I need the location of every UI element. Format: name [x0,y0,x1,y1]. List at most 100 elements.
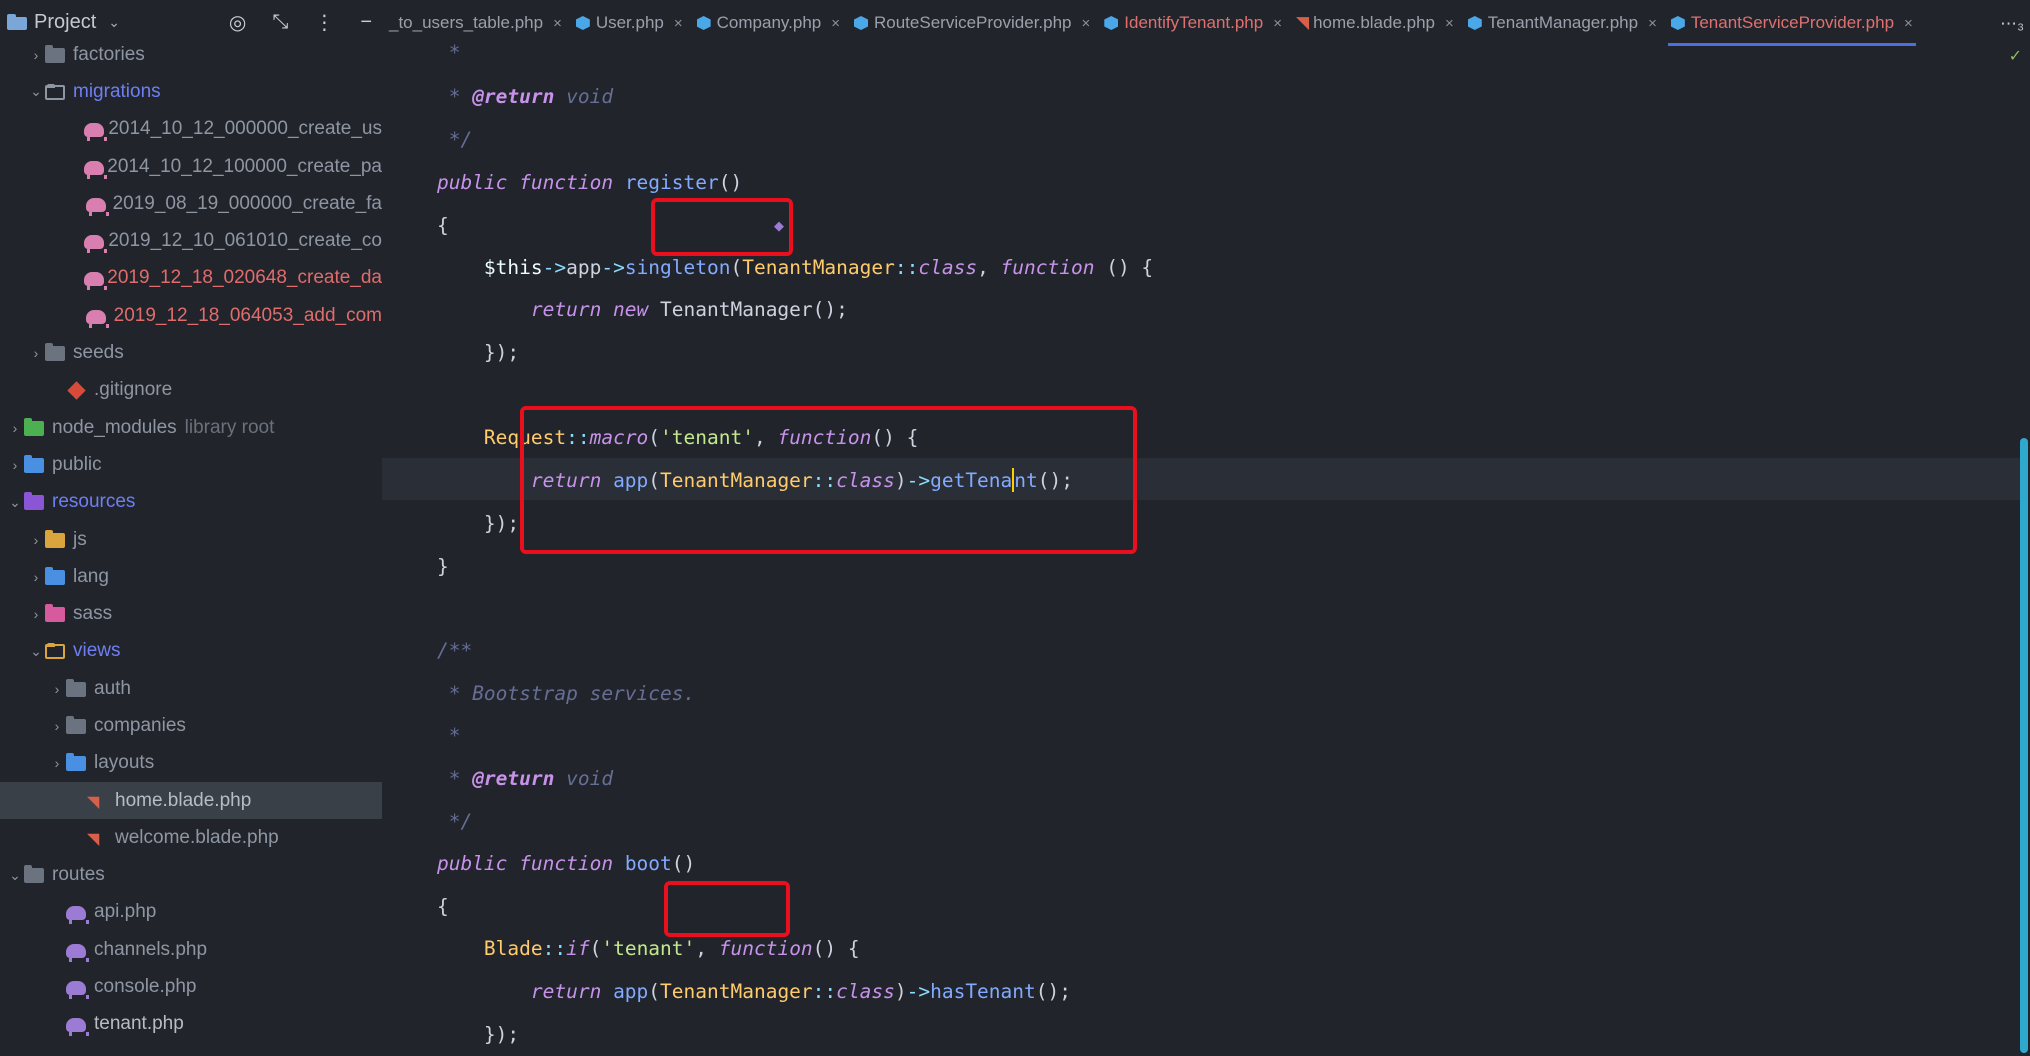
tab-label: User.php [595,13,664,32]
code-token: TenantManager [660,979,813,1003]
code-token: TenantManager(); [660,297,848,321]
tree-item-label: welcome.blade.php [115,826,279,848]
code-token: { [390,894,449,918]
chevron-right-icon[interactable]: › [27,532,45,548]
tree-item-label: companies [94,714,186,736]
close-icon[interactable]: × [553,15,562,32]
tree-item-2014-10-12-000000-create-us[interactable]: 2014_10_12_000000_create_us [0,111,382,148]
tab-tenantserviceprovider-php[interactable]: TenantServiceProvider.php × [1664,0,1920,46]
tree-item-js[interactable]: › js [0,521,382,558]
code-line: * [390,714,461,756]
tree-item-label: routes [52,864,105,886]
chevron-right-icon[interactable]: › [48,755,66,771]
tab-tenantmanager-php[interactable]: TenantManager.php × [1461,0,1664,46]
collapse-icon[interactable]: ⤡ [272,11,288,34]
editor-tab-bar: _to_users_table.php × User.php × Company.php… [382,0,2030,46]
tree-item-label: layouts [94,752,155,774]
code-token: * [390,40,461,64]
highlight-box-register [651,198,793,256]
code-token: return new [390,297,661,321]
chevron-right-icon[interactable]: › [48,718,66,734]
code-token: * [390,723,461,747]
tree-item-public[interactable]: › public [0,446,382,483]
folder-plain-icon [24,865,46,884]
tree-item-welcome-blade-php[interactable]: ◥ welcome.blade.php [0,819,382,856]
tree-item--gitignore[interactable]: .gitignore [0,372,382,409]
code-token: ( [730,255,743,279]
tree-item-channels-php[interactable]: channels.php [0,931,382,968]
tree-item-api-php[interactable]: api.php [0,894,382,931]
code-token: 'tenant' [601,936,696,960]
tree-item-seeds[interactable]: › seeds [0,334,382,371]
tab-identifytenant-php[interactable]: IdentifyTenant.php × [1097,0,1289,46]
tree-item-resources[interactable]: ⌄ resources [0,484,382,521]
code-token: boot [624,851,672,875]
tree-item-lang[interactable]: › lang [0,558,382,595]
options-icon[interactable]: ⋮ [314,10,334,35]
chevron-down-icon[interactable]: ⌄ [6,867,24,884]
close-icon[interactable]: × [1648,15,1657,32]
tree-item-2019-12-18-020648-create-da[interactable]: 2019_12_18_020648_create_da [0,260,382,297]
project-dropdown[interactable]: Project ⌄ [6,11,120,34]
chevron-down-icon[interactable]: ⌄ [27,643,45,660]
chevron-right-icon[interactable]: › [6,457,24,473]
close-icon[interactable]: × [674,15,683,32]
chevron-down-icon[interactable]: ⌄ [27,83,45,100]
chevron-right-icon[interactable]: › [6,420,24,436]
tree-item-2019-12-18-064053-add-com[interactable]: 2019_12_18_064053_add_com [0,297,382,334]
chevron-down-icon[interactable]: ⌄ [6,494,24,511]
tree-item-2019-12-10-061010-create-co[interactable]: 2019_12_10_061010_create_co [0,222,382,259]
tree-item-migrations[interactable]: ⌄ migrations [0,73,382,110]
chevron-right-icon[interactable]: › [27,47,45,63]
close-icon[interactable]: × [1445,15,1454,32]
locate-icon[interactable]: ◎ [229,10,246,35]
close-icon[interactable]: × [1082,15,1091,32]
tree-item-factories[interactable]: › factories [0,36,382,73]
tree-item-label: lang [73,565,109,587]
folder-plain-icon [45,44,67,64]
tree-item-node-modules[interactable]: › node_modules library root [0,409,382,446]
close-icon[interactable]: × [1904,15,1913,32]
chevron-right-icon[interactable]: › [48,681,66,697]
more-tabs-icon[interactable]: ⋯₃ [2000,14,2024,34]
tree-item-home-blade-php[interactable]: ◥ home.blade.php [0,781,382,820]
close-icon[interactable]: × [831,15,840,32]
elephant-pink-icon [84,120,107,142]
code-line: return new TenantManager(); [390,288,848,330]
code-token: -> [601,255,625,279]
chevron-right-icon[interactable]: › [27,606,45,622]
tree-item-sass[interactable]: › sass [0,595,382,632]
tree-item-2019-08-19-000000-create-fa[interactable]: 2019_08_19_000000_create_fa [0,185,382,222]
tree-item-label: 2019_08_19_000000_create_fa [112,192,382,214]
code-line: return app(TenantManager:: class) -> hasTen… [390,970,1071,1012]
tree-item-views[interactable]: ⌄ views [0,633,382,670]
tree-item-console-php[interactable]: console.php [0,968,382,1005]
close-icon[interactable]: × [1273,15,1282,32]
code-token: */ [390,809,473,833]
tab-home-blade-php[interactable]: ◥ home.blade.php × [1289,0,1461,46]
tree-item-label: 2019_12_10_061010_create_co [108,230,382,252]
tree-item-2014-10-12-100000-create-pa[interactable]: 2014_10_12_100000_create_pa [0,148,382,185]
code-line: */ [390,118,473,160]
tab-user-php[interactable]: User.php × [569,0,690,46]
code-token: class [836,979,895,1003]
tree-item-label: 2014_10_12_100000_create_pa [107,155,382,177]
chevron-right-icon[interactable]: › [27,345,45,361]
chevron-right-icon[interactable]: › [27,569,45,585]
code-line: /** [390,629,472,671]
minimize-icon[interactable]: − [360,11,372,34]
tab-company-php[interactable]: Company.php × [690,0,847,46]
tree-item-layouts[interactable]: › layouts [0,745,382,782]
code-line: }); [390,1013,519,1055]
code-token: function [718,936,813,960]
tree-item-label: .gitignore [94,379,173,401]
tab-routeserviceprovider-php[interactable]: RouteServiceProvider.php × [847,0,1097,46]
code-editor[interactable]: ◆ * * @return void */ public function re… [382,41,2030,1056]
tree-item-companies[interactable]: › companies [0,707,382,744]
tree-item-tenant-php[interactable]: tenant.php [0,1006,382,1043]
folder-outline-yellow-icon [45,642,67,660]
editor-scrollbar[interactable] [2020,438,2028,1053]
tree-item-routes[interactable]: ⌄ routes [0,857,382,894]
code-token: Blade [390,936,543,960]
tree-item-auth[interactable]: › auth [0,670,382,707]
